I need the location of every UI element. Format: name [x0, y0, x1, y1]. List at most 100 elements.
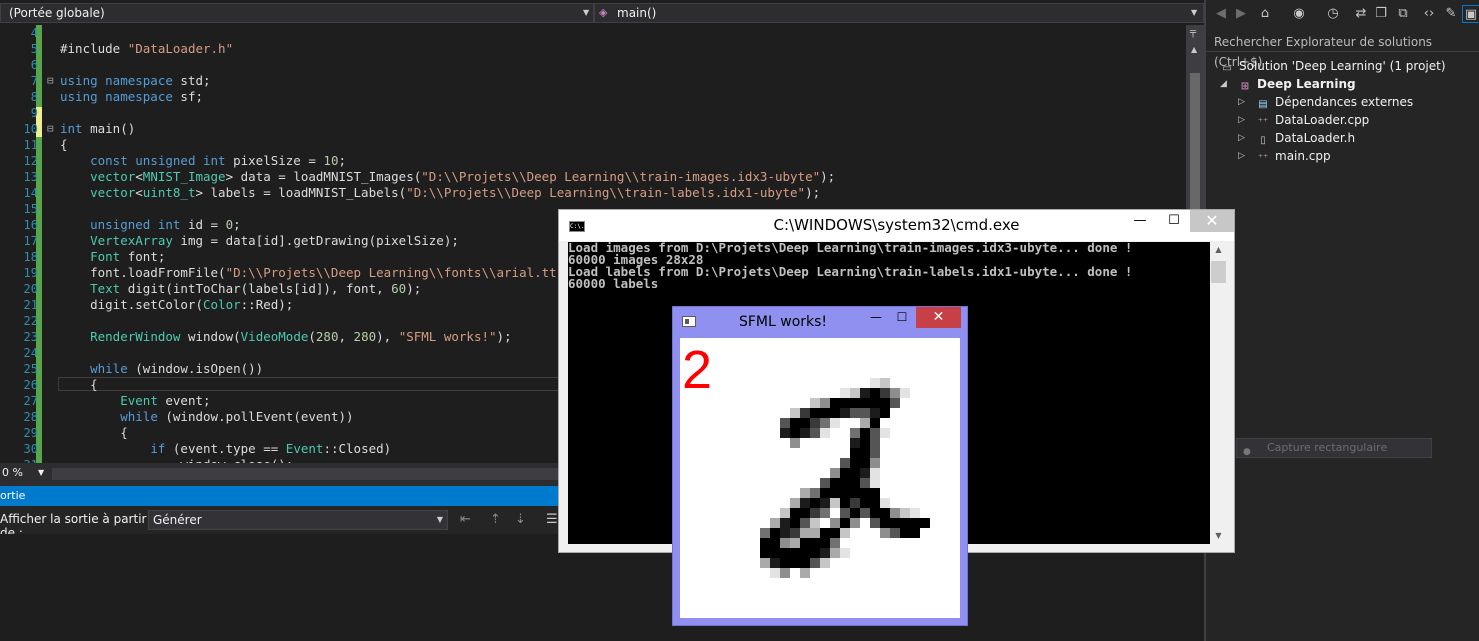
scroll-thumb[interactable] — [1211, 261, 1226, 283]
mnist-pixel — [900, 388, 910, 398]
output-source-select[interactable]: Générer ▼ — [148, 510, 448, 530]
expanded-triangle-icon[interactable]: ◢ — [1220, 79, 1227, 89]
mnist-pixel — [870, 518, 880, 528]
mnist-pixel — [870, 458, 880, 468]
tree-solution[interactable]: ▭ Solution 'Deep Learning' (1 projet) — [1220, 57, 1445, 75]
solution-explorer-toolbar: ◀ ▶ ⌂ ◉ ◷ ⇄ ❐ ⧉ ‹› ✎ ▣ — [1206, 5, 1479, 27]
code-text: vector<MNIST_Image> data = loadMNIST_Ima… — [90, 169, 836, 184]
mnist-pixel — [810, 548, 820, 558]
collapsed-triangle-icon[interactable]: ▷ — [1238, 133, 1245, 143]
copy-icon[interactable]: ⧉ — [1394, 5, 1412, 23]
tree-project[interactable]: ⊞ Deep Learning — [1238, 75, 1356, 93]
minimize-button[interactable]: — — [1123, 210, 1157, 232]
preview-icon[interactable]: ▣ — [1462, 5, 1479, 23]
mnist-pixel — [850, 408, 860, 418]
function-dropdown[interactable]: ◈ main() ▼ — [594, 3, 1204, 23]
line-number: 11 — [23, 138, 38, 152]
zoom-level[interactable]: 0 % — [2, 463, 23, 483]
solution-search-input[interactable]: Rechercher Explorateur de solutions (Ctr… — [1206, 32, 1479, 69]
mnist-pixel — [900, 518, 910, 528]
sfml-titlebar[interactable]: SFML works! — ☐ ✕ — [673, 307, 967, 337]
chevron-down-icon[interactable]: ▼ — [38, 463, 44, 483]
tree-item-dataloader-cpp[interactable]: ⁺⁺ DataLoader.cpp — [1256, 111, 1370, 129]
mnist-pixel — [810, 518, 820, 528]
sfml-title: SFML works! — [738, 314, 828, 330]
scroll-up-icon[interactable]: ▲ — [1210, 242, 1227, 258]
sfml-canvas[interactable]: 2 — [680, 338, 960, 618]
line-number: 4 — [30, 26, 38, 40]
cmd-scrollbar[interactable]: ▲ ▼ — [1210, 242, 1227, 544]
line-number: 9 — [30, 106, 38, 120]
properties-icon[interactable]: ✎ — [1442, 5, 1460, 23]
collapsed-triangle-icon[interactable]: ▷ — [1238, 115, 1245, 125]
mnist-pixel — [800, 558, 810, 568]
line-number: 21 — [23, 298, 38, 312]
fold-toggle-icon[interactable]: ⊟ — [47, 73, 54, 89]
close-button[interactable]: ✕ — [916, 307, 961, 328]
mnist-pixel — [860, 438, 870, 448]
go-to-message-icon[interactable]: ⇤ — [460, 512, 471, 527]
mnist-pixel — [770, 558, 780, 568]
cmd-titlebar[interactable]: C:\. C:\WINDOWS\system32\cmd.exe — ☐ ✕ — [559, 210, 1234, 241]
maximize-button[interactable]: ☐ — [889, 307, 915, 328]
mnist-pixel — [790, 518, 800, 528]
collapse-all-icon[interactable]: ❐ — [1372, 5, 1390, 23]
tree-item-main-cpp[interactable]: ⁺⁺ main.cpp — [1256, 147, 1331, 165]
home-icon[interactable]: ⌂ — [1256, 5, 1274, 23]
mnist-pixel — [870, 408, 880, 418]
code-text: VertexArray img = data[id].getDrawing(pi… — [90, 233, 459, 248]
maximize-button[interactable]: ☐ — [1157, 210, 1191, 232]
code-text: int main() — [60, 121, 136, 136]
mnist-pixel — [820, 478, 830, 488]
tree-item-external-dependencies[interactable]: ▤ Dépendances externes — [1256, 93, 1413, 111]
code-view-icon[interactable]: ‹› — [1420, 5, 1438, 23]
tree-item-dataloader-h[interactable]: ▯ DataLoader.h — [1256, 129, 1355, 147]
cpp-file-icon: ⁺⁺ — [1257, 117, 1269, 128]
next-message-icon[interactable]: ⇣ — [515, 512, 526, 527]
collapsed-triangle-icon[interactable]: ▷ — [1238, 151, 1245, 161]
line-number: 8 — [30, 90, 38, 104]
close-button[interactable]: ✕ — [1190, 210, 1234, 232]
chevron-down-icon: ▼ — [583, 8, 590, 17]
mnist-pixel — [800, 528, 810, 538]
back-icon[interactable]: ◀ — [1212, 5, 1230, 23]
history-icon[interactable]: ◷ — [1324, 5, 1342, 23]
previous-message-icon[interactable]: ⇡ — [490, 512, 501, 527]
mnist-pixel — [870, 468, 880, 478]
split-icon[interactable]: ╤ — [1190, 27, 1196, 38]
fold-toggle-icon[interactable]: ⊟ — [47, 121, 54, 137]
line-number: 17 — [23, 234, 38, 248]
forward-icon[interactable]: ▶ — [1232, 5, 1250, 23]
line-number: 14 — [23, 186, 38, 200]
mnist-pixel — [880, 398, 890, 408]
code-text: #include "DataLoader.h" — [60, 41, 234, 56]
scope-dropdown[interactable]: (Portée globale) ▼ — [0, 3, 594, 23]
scroll-up-icon[interactable]: ▲ — [1191, 45, 1197, 54]
collapsed-triangle-icon[interactable]: ▷ — [1238, 97, 1245, 107]
mnist-pixel — [840, 468, 850, 478]
mnist-pixel — [830, 398, 840, 408]
mnist-pixel — [780, 428, 790, 438]
tree-item-label: DataLoader.cpp — [1275, 113, 1370, 127]
clear-all-icon[interactable]: ☰ — [546, 512, 558, 527]
mnist-pixel — [880, 508, 890, 518]
mnist-pixel — [870, 378, 880, 388]
mnist-pixel — [840, 518, 850, 528]
sync-icon[interactable]: ⇄ — [1352, 5, 1370, 23]
mnist-pixel — [760, 558, 770, 568]
mnist-pixel — [880, 528, 890, 538]
mnist-pixel — [860, 458, 870, 468]
mnist-pixel — [840, 508, 850, 518]
mnist-pixel — [830, 408, 840, 418]
mnist-pixel — [760, 548, 770, 558]
code-text: Text digit(intToChar(labels[id]), font, … — [90, 281, 422, 296]
mnist-pixel — [800, 538, 810, 548]
mnist-digit-image — [760, 378, 930, 578]
dependencies-icon: ▤ — [1258, 99, 1268, 110]
minimize-button[interactable]: — — [865, 307, 887, 328]
mnist-pixel — [800, 518, 810, 528]
scroll-down-icon[interactable]: ▼ — [1210, 528, 1227, 544]
mnist-pixel — [810, 558, 820, 568]
vs-icon[interactable]: ◉ — [1290, 5, 1308, 23]
code-text: RenderWindow window(VideoMode(280, 280),… — [90, 329, 512, 344]
